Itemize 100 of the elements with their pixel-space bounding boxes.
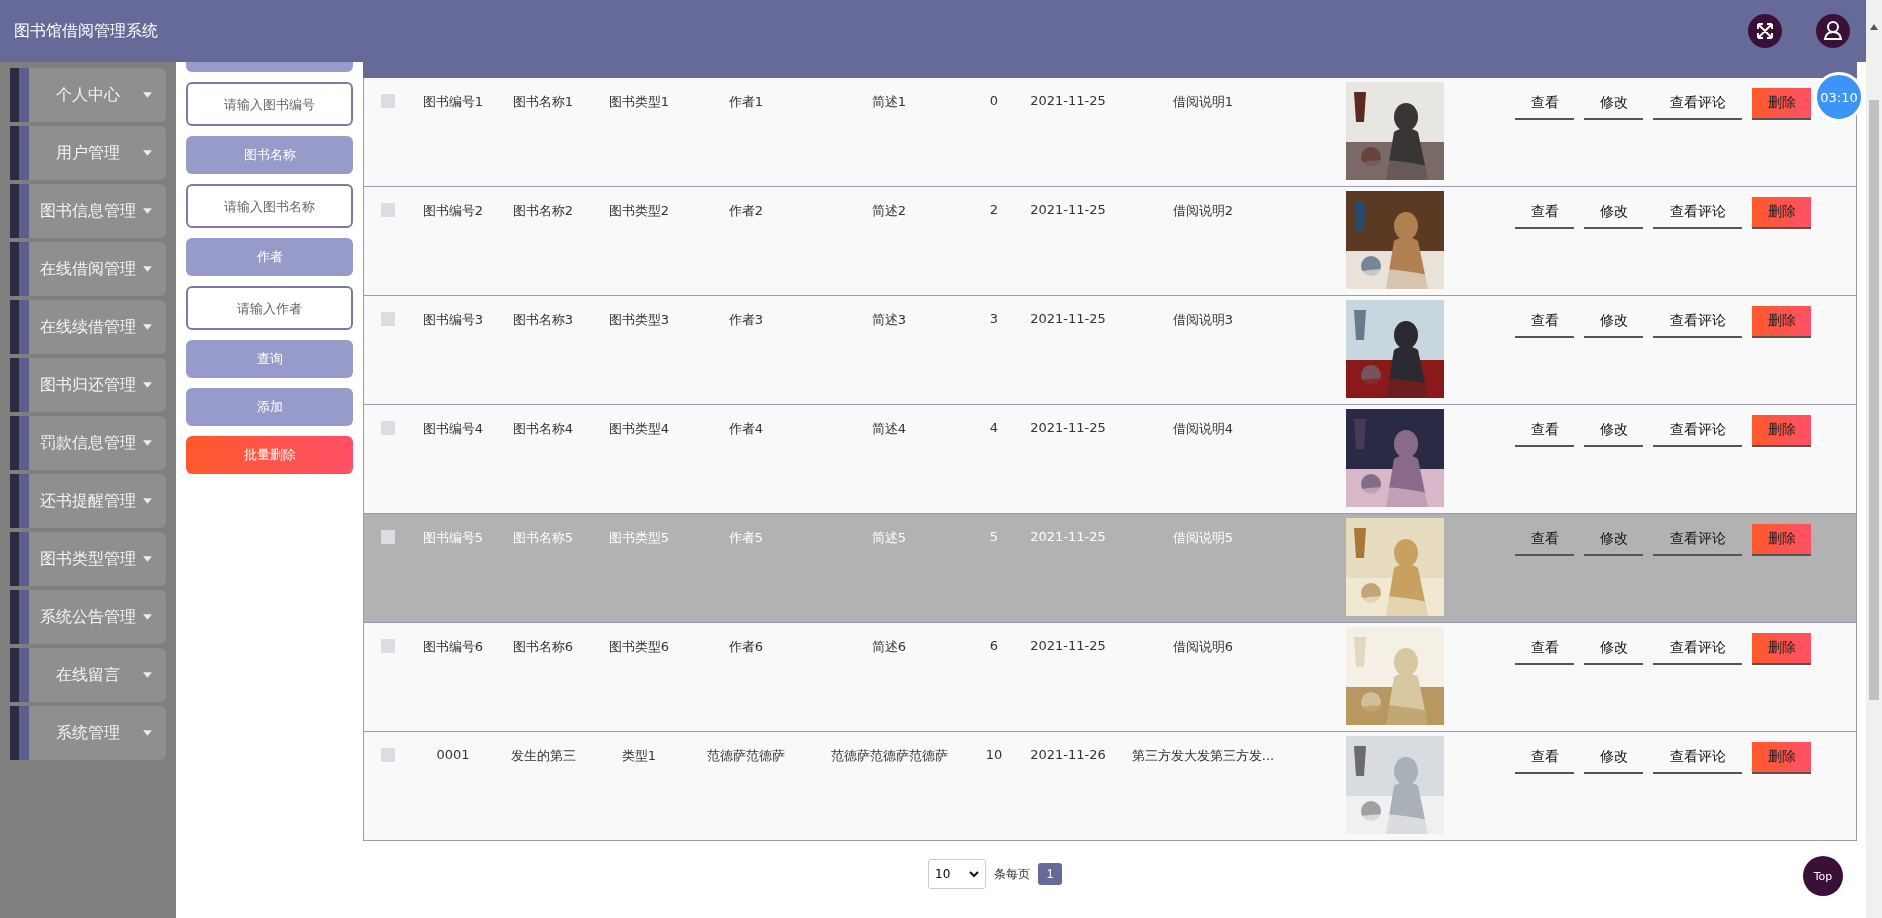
- delete-button[interactable]: 删除: [1752, 88, 1811, 120]
- caret-icon: [143, 730, 152, 736]
- action-button[interactable]: 查看: [1515, 88, 1574, 120]
- table-row[interactable]: 0001 发生的第三 类型1 范德萨范德萨 范德萨范德萨范德萨 10 2021-11-26 第三方发大发第三方发... 查看 修改 查看评论 删除: [364, 731, 1856, 840]
- caret-icon: [143, 150, 152, 156]
- row-checkbox[interactable]: [380, 530, 395, 544]
- table-cell: 2021-11-25: [1030, 202, 1106, 217]
- action-button[interactable]: 查看评论: [1653, 415, 1742, 447]
- table-row[interactable]: 图书编号6 图书名称6 图书类型6 作者6 简述6 6 2021-11-25 借阅说明6 查看 修改 查看评论 删除: [364, 622, 1856, 731]
- row-checkbox[interactable]: [380, 748, 395, 762]
- table-cell: 2021-11-25: [1030, 93, 1106, 108]
- action-button[interactable]: 修改: [1584, 742, 1643, 774]
- search-field[interactable]: 请输入作者: [186, 286, 353, 330]
- action-button[interactable]: 查看: [1515, 742, 1574, 774]
- table-cell: 图书类型3: [608, 312, 670, 327]
- action-button[interactable]: 查看评论: [1653, 633, 1742, 665]
- action-button[interactable]: 修改: [1584, 524, 1643, 556]
- action-button[interactable]: 查看: [1515, 306, 1574, 338]
- search-field[interactable]: 请输入图书名称: [186, 184, 353, 228]
- action-button[interactable]: 查看评论: [1653, 524, 1742, 556]
- table-cell: 图书类型6: [608, 639, 670, 654]
- delete-button[interactable]: 删除: [1752, 197, 1811, 229]
- delete-button[interactable]: 删除: [1752, 633, 1811, 665]
- table-cell: 简述5: [871, 530, 907, 545]
- table-cell: 0: [989, 93, 999, 108]
- table-row[interactable]: 图书编号5 图书名称5 图书类型5 作者5 简述5 5 2021-11-25 借阅说明5 查看 修改 查看评论 删除: [364, 513, 1856, 622]
- table-cell: 图书编号1: [422, 94, 484, 109]
- back-to-top-button[interactable]: Top: [1803, 856, 1843, 896]
- caret-icon: [143, 498, 152, 504]
- action-button[interactable]: 查看: [1515, 197, 1574, 229]
- row-checkbox[interactable]: [380, 639, 395, 653]
- table-cell: 图书编号3: [422, 312, 484, 327]
- table-cell: 借阅说明1: [1172, 94, 1234, 109]
- caret-icon: [143, 266, 152, 272]
- action-button[interactable]: 查看: [1515, 524, 1574, 556]
- table-cell: 简述3: [871, 312, 907, 327]
- table-cell: 图书名称1: [512, 94, 574, 109]
- page-button[interactable]: 1: [1038, 863, 1062, 885]
- table-cell: 3: [989, 311, 999, 326]
- table-cell: 2021-11-25: [1030, 420, 1106, 435]
- table-row[interactable]: 图书编号4 图书名称4 图书类型4 作者4 简述4 4 2021-11-25 借阅说明4 查看 修改 查看评论 删除: [364, 404, 1856, 513]
- action-button[interactable]: 修改: [1584, 88, 1643, 120]
- table-cell: 图书名称4: [512, 421, 574, 436]
- fullscreen-icon[interactable]: [1748, 14, 1782, 48]
- action-button[interactable]: 查看: [1515, 633, 1574, 665]
- table-cell: 2021-11-25: [1030, 638, 1106, 653]
- table-cell: 作者6: [728, 639, 764, 654]
- page-size-select[interactable]: 10: [928, 859, 986, 889]
- table-cell: 类型1: [621, 748, 657, 763]
- table-cell: 图书名称2: [512, 203, 574, 218]
- caret-icon: [143, 382, 152, 388]
- page-size-label: 条每页: [994, 865, 1030, 883]
- caret-icon: [143, 92, 152, 98]
- caret-icon: [143, 208, 152, 214]
- delete-button[interactable]: 删除: [1752, 742, 1811, 774]
- row-checkbox[interactable]: [380, 312, 395, 326]
- table-cell: 范德萨范德萨: [707, 748, 785, 763]
- action-button[interactable]: 查看评论: [1653, 306, 1742, 338]
- delete-button[interactable]: 删除: [1752, 415, 1811, 447]
- table-cell: 简述4: [871, 421, 907, 436]
- delete-button[interactable]: 删除: [1752, 306, 1811, 338]
- table-row[interactable]: 图书编号3 图书名称3 图书类型3 作者3 简述3 3 2021-11-25 借阅说明3 查看 修改 查看评论 删除: [364, 295, 1856, 404]
- action-button[interactable]: 修改: [1584, 633, 1643, 665]
- table-cell: 第三方发大发第三方发...: [1131, 748, 1275, 763]
- table-row[interactable]: 图书编号2 图书名称2 图书类型2 作者2 简述2 2 2021-11-25 借阅说明2 查看 修改 查看评论 删除: [364, 186, 1856, 295]
- table-cell: 2021-11-25: [1030, 529, 1106, 544]
- table-cell: 借阅说明5: [1172, 530, 1234, 545]
- table-cell: 6: [989, 638, 999, 653]
- action-button[interactable]: 修改: [1584, 415, 1643, 447]
- app-title: 图书馆借阅管理系统: [14, 20, 158, 42]
- action-button[interactable]: 修改: [1584, 306, 1643, 338]
- action-button[interactable]: 修改: [1584, 197, 1643, 229]
- row-checkbox[interactable]: [380, 94, 395, 108]
- row-checkbox[interactable]: [380, 421, 395, 435]
- scroll-up-icon[interactable]: [1870, 24, 1878, 30]
- table-cell: 图书编号2: [422, 203, 484, 218]
- table-cell: 范德萨范德萨范德萨: [830, 748, 948, 763]
- field-label: 图书名称: [186, 136, 353, 174]
- caret-icon: [143, 440, 152, 446]
- table-cell: 简述6: [871, 639, 907, 654]
- action-button[interactable]: 查看评论: [1653, 88, 1742, 120]
- action-button[interactable]: 查看评论: [1653, 742, 1742, 774]
- action-button[interactable]: 查看: [1515, 415, 1574, 447]
- table-cell: 图书名称6: [512, 639, 574, 654]
- scrollbar[interactable]: [1866, 0, 1882, 918]
- caret-icon: [143, 614, 152, 620]
- table-cell: 0001: [436, 747, 470, 762]
- table-cell: 借阅说明4: [1172, 421, 1234, 436]
- table-cell: 作者5: [728, 530, 764, 545]
- caret-icon: [143, 556, 152, 562]
- table-cell: 作者3: [728, 312, 764, 327]
- user-icon[interactable]: [1816, 14, 1850, 48]
- action-button[interactable]: 查看评论: [1653, 197, 1742, 229]
- table-cell: 图书类型1: [608, 94, 670, 109]
- table-cell: 简述1: [871, 94, 907, 109]
- search-field[interactable]: 请输入图书编号: [186, 82, 353, 126]
- table-cell: 图书类型4: [608, 421, 670, 436]
- delete-button[interactable]: 删除: [1752, 524, 1811, 556]
- table-cell: 图书编号6: [422, 639, 484, 654]
- row-checkbox[interactable]: [380, 203, 395, 217]
